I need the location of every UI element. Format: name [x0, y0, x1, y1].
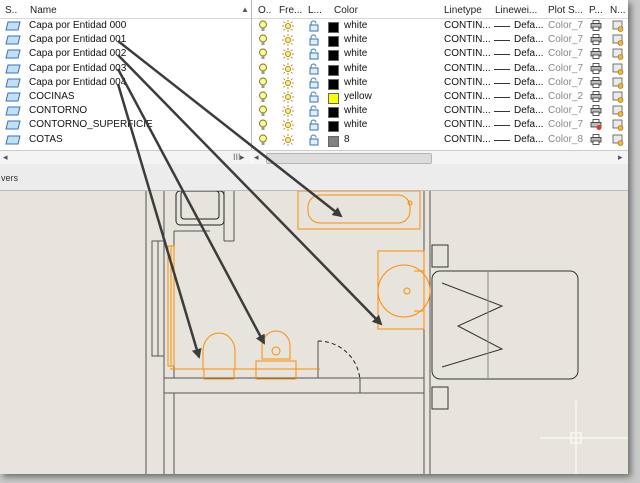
layer-manager-window: S.. Name ▲ Capa por Entidad 000 Capa por …: [0, 0, 628, 474]
annotation-arrows: [116, 40, 383, 359]
